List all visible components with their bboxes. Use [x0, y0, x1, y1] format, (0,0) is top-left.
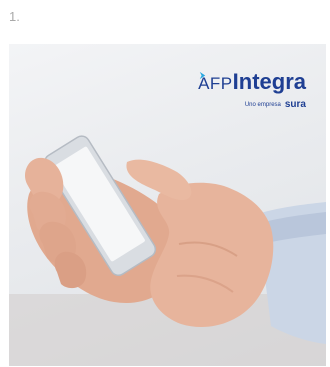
arrow-icon: [199, 71, 206, 80]
logo-partner: sura: [284, 99, 306, 110]
logo-tagline: Uno empresa: [244, 101, 281, 108]
hero-photo: AFP Integra Uno empresa sura: [9, 44, 326, 366]
afp-integra-logo: AFP Integra Uno empresa sura: [198, 69, 306, 111]
logo-brand: Integra: [232, 69, 306, 94]
step-number: 1.: [9, 9, 20, 24]
